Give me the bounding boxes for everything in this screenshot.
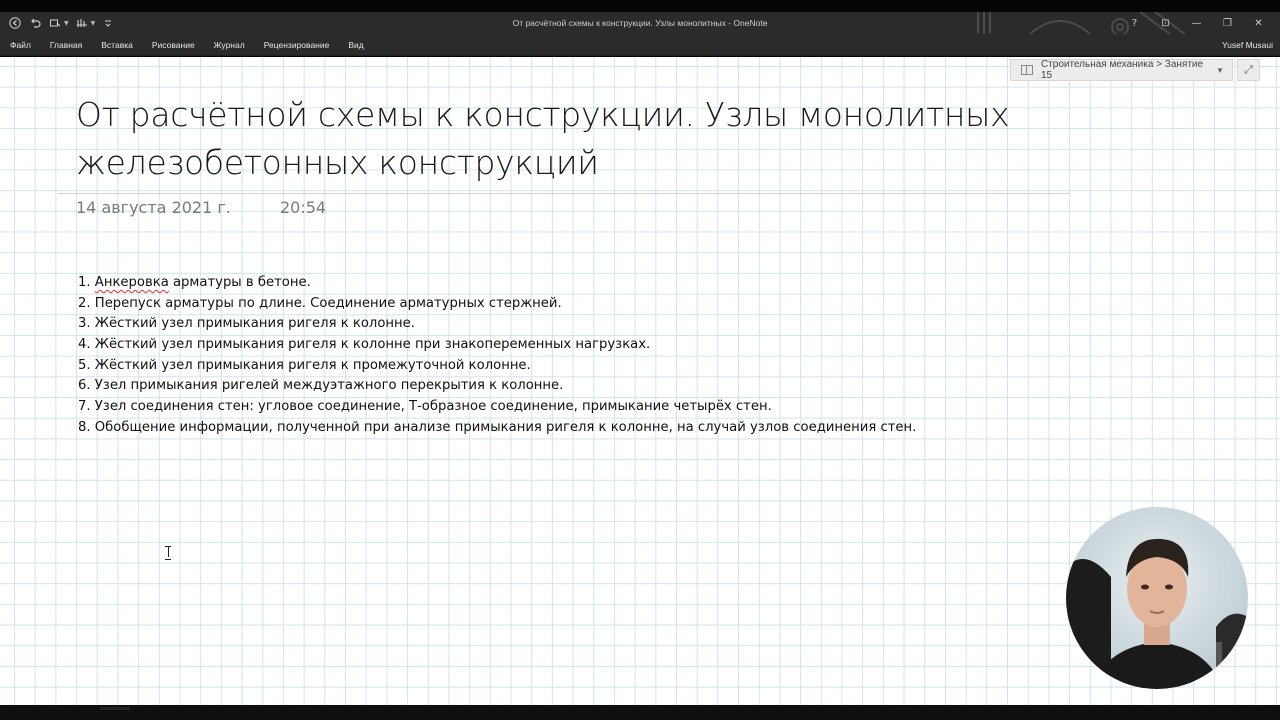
list-item-number: 1.	[78, 275, 91, 290]
notebook-icon	[1021, 65, 1033, 75]
fullscreen-button[interactable]: ⊡	[1150, 18, 1181, 29]
user-name[interactable]: Yusef Musaui	[1222, 34, 1273, 56]
list-item[interactable]: 3. Жёсткий узел примыкания ригеля к коло…	[78, 314, 916, 335]
list-item[interactable]: 7. Узел соединения стен: угловое соедине…	[78, 397, 916, 418]
chevron-down-icon: ▼	[1216, 65, 1224, 75]
close-button[interactable]: ✕	[1243, 18, 1274, 29]
list-item[interactable]: 5. Жёсткий узел примыкания ригеля к пром…	[78, 356, 916, 377]
note-page-canvas[interactable]: Строительная механика > Занятие 15 ▼ ⤢ О…	[0, 57, 1280, 705]
ribbon-tabs: Файл Главная Вставка Рисование Журнал Ре…	[10, 34, 364, 56]
webcam-overlay	[1066, 507, 1248, 689]
notebook-breadcrumb-button[interactable]: Строительная механика > Занятие 15 ▼	[1010, 59, 1233, 81]
scrollbar-thumb[interactable]	[100, 707, 130, 710]
tab-review[interactable]: Рецензирование	[264, 40, 330, 50]
tab-history[interactable]: Журнал	[214, 40, 245, 50]
tab-file[interactable]: Файл	[10, 40, 31, 50]
list-item[interactable]: 6. Узел примыкания ригелей междуэтажного…	[78, 376, 916, 397]
misspelled-word[interactable]: Анкеровка	[95, 275, 169, 290]
list-item[interactable]: 2. Перепуск арматуры по длине. Соединени…	[78, 294, 916, 315]
restore-button[interactable]: ❐	[1212, 18, 1243, 29]
expand-button[interactable]: ⤢	[1237, 59, 1260, 81]
list-item[interactable]: 8. Обобщение информации, полученной при …	[78, 418, 916, 439]
presenter-avatar	[1066, 538, 1248, 689]
tab-home[interactable]: Главная	[50, 40, 82, 50]
status-bar	[0, 705, 1280, 720]
expand-icon: ⤢	[1244, 63, 1253, 76]
topic-list[interactable]: 1. Анкеровка арматуры в бетоне. 2. Переп…	[78, 273, 916, 439]
title-divider	[58, 193, 1070, 194]
title-bar: ▼ ▼ От расчётной схемы к конструкции. Уз…	[0, 12, 1280, 34]
notebook-breadcrumb: Строительная механика > Занятие 15	[1040, 59, 1204, 81]
tab-draw[interactable]: Рисование	[152, 40, 195, 50]
list-item[interactable]: 4. Жёсткий узел примыкания ригеля к коло…	[78, 335, 916, 356]
ribbon-tabs-bar: Файл Главная Вставка Рисование Журнал Ре…	[0, 34, 1280, 56]
list-item-text: арматуры в бетоне.	[168, 275, 311, 290]
top-strip	[0, 0, 1280, 12]
minimize-button[interactable]: —	[1181, 18, 1212, 29]
tab-insert[interactable]: Вставка	[101, 40, 133, 50]
page-time: 20:54	[280, 198, 327, 217]
page-date: 14 августа 2021 г.	[76, 198, 231, 217]
window-controls: ? ⊡ — ❐ ✕	[1119, 12, 1274, 34]
help-button[interactable]: ?	[1119, 18, 1150, 29]
list-item[interactable]: 1. Анкеровка арматуры в бетоне.	[78, 273, 916, 294]
tab-view[interactable]: Вид	[348, 40, 363, 50]
page-title[interactable]: От расчётной схемы к конструкции. Узлы м…	[76, 91, 1076, 187]
text-cursor-icon	[165, 546, 171, 560]
